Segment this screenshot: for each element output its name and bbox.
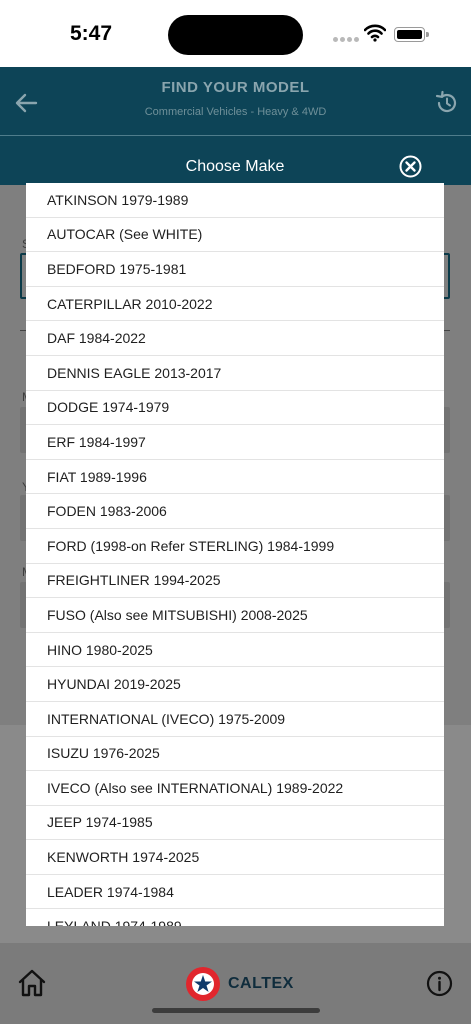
bottom-bar: CALTEX <box>0 943 471 1024</box>
header-divider <box>0 135 471 136</box>
list-item[interactable]: KENWORTH 1974-2025 <box>26 840 444 875</box>
list-item[interactable]: IVECO (Also see INTERNATIONAL) 1989-2022 <box>26 771 444 806</box>
dynamic-island <box>168 15 303 55</box>
modal-title: Choose Make <box>185 158 285 175</box>
history-icon[interactable] <box>433 89 461 117</box>
home-indicator <box>152 1008 320 1013</box>
list-item[interactable]: HYUNDAI 2019-2025 <box>26 667 444 702</box>
list-item[interactable]: DAF 1984-2022 <box>26 321 444 356</box>
list-item[interactable]: HINO 1980-2025 <box>26 633 444 668</box>
list-item[interactable]: INTERNATIONAL (IVECO) 1975-2009 <box>26 702 444 737</box>
list-item[interactable]: BEDFORD 1975-1981 <box>26 252 444 287</box>
caltex-star-icon <box>186 967 220 1001</box>
list-item[interactable]: FREIGHTLINER 1994-2025 <box>26 564 444 599</box>
list-item[interactable]: JEEP 1974-1985 <box>26 806 444 841</box>
list-item[interactable]: LEYLAND 1974-1989 <box>26 909 444 926</box>
list-item[interactable]: FORD (1998-on Refer STERLING) 1984-1999 <box>26 529 444 564</box>
list-item[interactable]: LEADER 1974-1984 <box>26 875 444 910</box>
modal-header: Choose Make <box>26 150 444 183</box>
wifi-icon <box>364 24 386 42</box>
info-icon[interactable] <box>426 970 453 997</box>
list-item[interactable]: AUTOCAR (See WHITE) <box>26 218 444 253</box>
list-item[interactable]: CATERPILLAR 2010-2022 <box>26 287 444 322</box>
list-item[interactable]: FUSO (Also see MITSUBISHI) 2008-2025 <box>26 598 444 633</box>
status-bar: 5:47 <box>0 0 471 67</box>
list-item[interactable]: DENNIS EAGLE 2013-2017 <box>26 356 444 391</box>
home-icon[interactable] <box>16 967 48 999</box>
list-item[interactable]: FIAT 1989-1996 <box>26 460 444 495</box>
page-subtitle: Commercial Vehicles - Heavy & 4WD <box>144 106 327 118</box>
make-list[interactable]: ATKINSON 1979-1989 AUTOCAR (See WHITE) B… <box>26 183 444 926</box>
list-item[interactable]: FODEN 1983-2006 <box>26 494 444 529</box>
list-item[interactable]: ISUZU 1976-2025 <box>26 737 444 772</box>
battery-icon <box>394 27 429 42</box>
cellular-signal-icon <box>333 37 359 43</box>
brand-name: CALTEX <box>228 975 294 992</box>
list-item[interactable]: DODGE 1974-1979 <box>26 391 444 426</box>
close-circle-icon[interactable] <box>399 155 422 178</box>
page-title: FIND YOUR MODEL <box>161 79 310 96</box>
choose-make-modal: Choose Make ATKINSON 1979-1989 AUTOCAR (… <box>26 150 444 926</box>
list-item[interactable]: ERF 1984-1997 <box>26 425 444 460</box>
list-item[interactable]: ATKINSON 1979-1989 <box>26 183 444 218</box>
caltex-logo: CALTEX <box>184 965 294 1003</box>
status-time: 5:47 <box>70 22 113 45</box>
